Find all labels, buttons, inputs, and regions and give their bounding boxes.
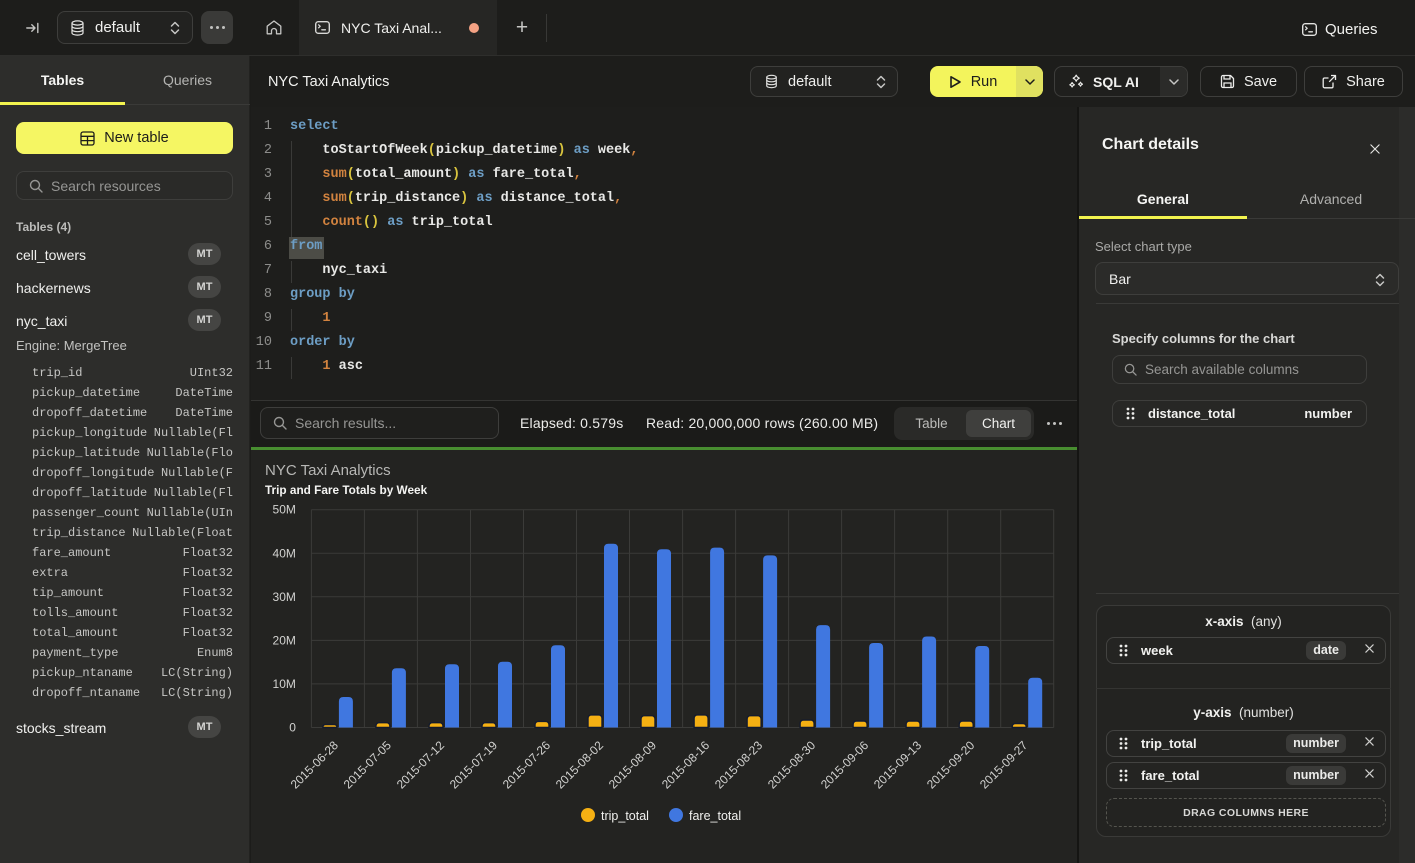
svg-text:2015-09-20: 2015-09-20 <box>924 738 978 792</box>
svg-text:2015-08-02: 2015-08-02 <box>553 738 607 792</box>
svg-text:2015-07-26: 2015-07-26 <box>500 738 554 792</box>
svg-text:trip_total: trip_total <box>601 809 649 823</box>
svg-text:2015-09-13: 2015-09-13 <box>871 738 925 792</box>
svg-text:2015-07-19: 2015-07-19 <box>447 738 501 792</box>
svg-text:2015-08-30: 2015-08-30 <box>765 738 819 792</box>
svg-text:2015-07-05: 2015-07-05 <box>341 738 395 792</box>
svg-text:30M: 30M <box>273 590 296 604</box>
svg-text:20M: 20M <box>273 633 296 647</box>
svg-text:2015-08-16: 2015-08-16 <box>659 738 713 792</box>
svg-text:2015-09-06: 2015-09-06 <box>818 738 872 792</box>
svg-text:2015-07-12: 2015-07-12 <box>394 738 448 792</box>
svg-text:2015-08-23: 2015-08-23 <box>712 738 766 792</box>
svg-text:fare_total: fare_total <box>689 809 741 823</box>
svg-text:2015-08-09: 2015-08-09 <box>606 738 660 792</box>
svg-text:0: 0 <box>289 721 296 735</box>
svg-text:2015-09-27: 2015-09-27 <box>977 738 1031 792</box>
svg-text:10M: 10M <box>273 677 296 691</box>
svg-text:40M: 40M <box>273 546 296 560</box>
svg-text:50M: 50M <box>273 503 296 517</box>
svg-text:2015-06-28: 2015-06-28 <box>288 738 342 792</box>
